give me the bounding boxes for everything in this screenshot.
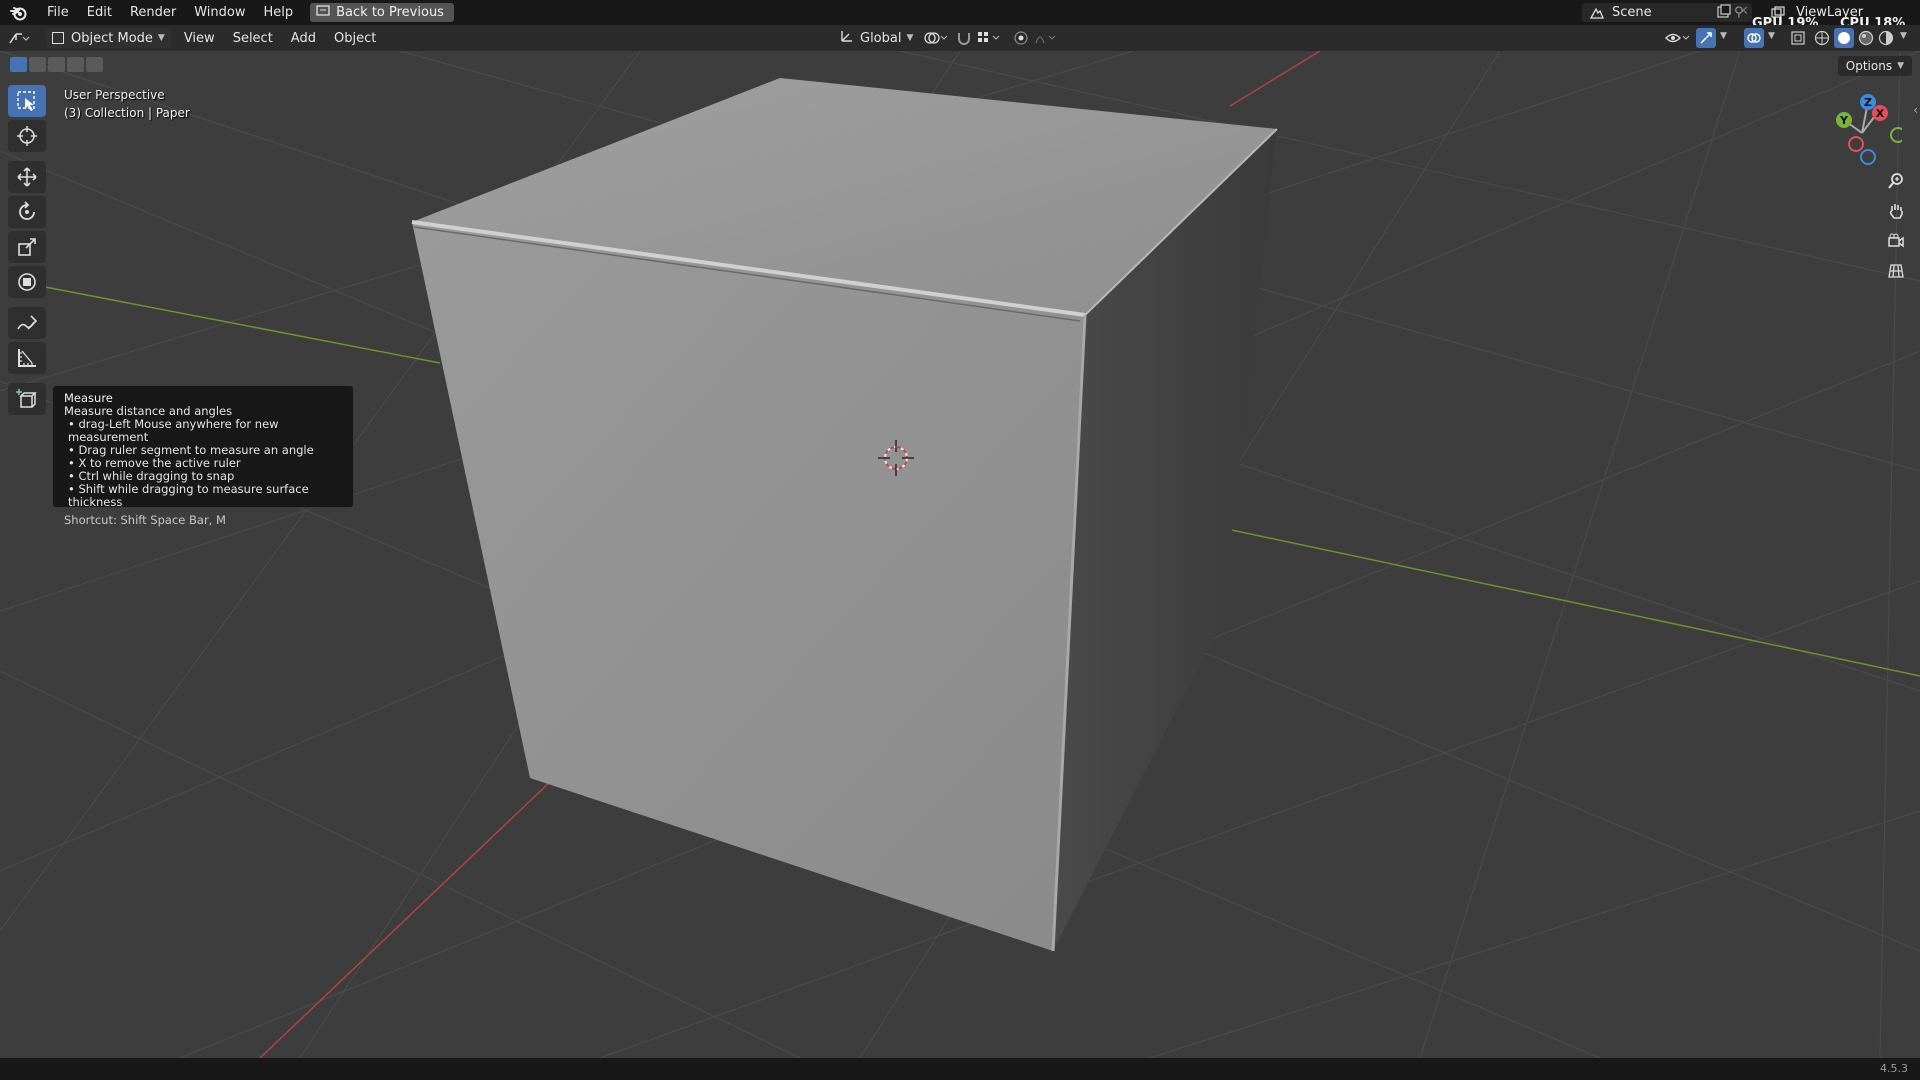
chevron-down-icon[interactable]: ▼: [1900, 31, 1907, 41]
zoom-icon[interactable]: [1882, 167, 1910, 195]
select-new-icon[interactable]: [10, 57, 27, 72]
select-box-tool[interactable]: [8, 85, 46, 117]
sidebar-toggle-icon[interactable]: ‹: [1913, 103, 1918, 117]
cursor-tool[interactable]: [8, 120, 46, 152]
menu-add[interactable]: Add: [282, 31, 325, 46]
blender-logo-icon[interactable]: [0, 0, 38, 25]
pan-hand-icon[interactable]: [1882, 197, 1910, 225]
selection-mode-strip: [10, 57, 103, 72]
x-axis-line-far: [1229, 51, 1321, 107]
screen-icon: [316, 4, 330, 21]
navigation-gizmo[interactable]: Z Y X: [1822, 89, 1902, 169]
measure-icon: [18, 349, 36, 367]
scene-canvas[interactable]: [0, 51, 1920, 1058]
delete-scene-icon[interactable]: ✕: [1738, 4, 1749, 19]
select-subtract-icon[interactable]: [48, 57, 65, 72]
pivot-point-icon[interactable]: [922, 29, 948, 50]
menu-file[interactable]: File: [38, 0, 78, 25]
neg-x-axis-handle[interactable]: [1848, 136, 1864, 152]
y-axis-line: [39, 285, 441, 364]
scale-icon: [18, 238, 36, 256]
orientation-label: Global: [860, 30, 902, 46]
mode-selector[interactable]: Object Mode ▼: [46, 28, 171, 48]
back-to-previous-button[interactable]: Back to Previous: [310, 3, 454, 22]
camera-view-icon[interactable]: [1882, 227, 1910, 255]
overlays-toggle-icon[interactable]: [1744, 28, 1764, 48]
material-shading-icon[interactable]: [1858, 30, 1874, 49]
select-box-icon: [17, 91, 35, 111]
move-tool[interactable]: [8, 161, 46, 193]
transform-tool[interactable]: [8, 266, 46, 298]
rotate-icon: [19, 201, 35, 220]
viewport-collection-label: (3) Collection | Paper: [64, 106, 190, 120]
mode-label: Object Mode: [71, 30, 153, 46]
version-label: 4.5.3: [1880, 1062, 1908, 1075]
transform-orientation-selector[interactable]: Global ▼: [834, 28, 919, 48]
snap-toggle-icon[interactable]: [956, 29, 972, 50]
viewport-perspective-label: User Perspective: [64, 88, 165, 102]
viewport-header: Object Mode ▼ View Select Add Object Glo…: [0, 25, 1920, 51]
scale-tool[interactable]: [8, 231, 46, 263]
rendered-shading-icon[interactable]: [1878, 30, 1894, 49]
chevron-down-icon[interactable]: ▼: [1720, 31, 1727, 41]
editor-type-icon[interactable]: [0, 31, 38, 45]
paper-cube-object[interactable]: [411, 78, 1278, 952]
add-cube-tool[interactable]: [8, 383, 46, 415]
orientation-axes-icon: [840, 29, 854, 47]
menu-window[interactable]: Window: [185, 0, 254, 25]
xray-toggle-icon[interactable]: [1790, 30, 1806, 49]
chevron-down-icon: ▼: [157, 33, 165, 43]
snap-target-icon[interactable]: [976, 30, 1002, 49]
measure-tool[interactable]: [8, 342, 46, 374]
annotate-tool[interactable]: [8, 307, 46, 339]
solid-shading-icon[interactable]: [1834, 28, 1854, 48]
menu-edit[interactable]: Edit: [78, 0, 121, 25]
neg-y-axis-handle[interactable]: [1890, 127, 1902, 143]
chevron-down-icon[interactable]: ▼: [1768, 31, 1775, 41]
cube-front-face: [412, 222, 1085, 951]
x-axis-label: X: [1876, 107, 1885, 120]
menu-object[interactable]: Object: [325, 31, 385, 46]
scene-icon: [1582, 6, 1612, 20]
wireframe-shading-icon[interactable]: [1814, 30, 1830, 49]
menu-select[interactable]: Select: [224, 31, 282, 46]
status-bar: 4.5.3: [0, 1058, 1920, 1080]
cursor-icon: [17, 126, 37, 146]
proportional-editing-icon[interactable]: [1014, 30, 1058, 49]
z-axis-label: Z: [1864, 96, 1872, 109]
tool-shelf: [8, 85, 48, 418]
tooltip-shortcut: Shortcut: Shift Space Bar, M: [64, 513, 226, 527]
top-menubar: File Edit Render Window Help Back to Pre…: [0, 0, 1920, 30]
select-extend-icon[interactable]: [29, 57, 46, 72]
menu-render[interactable]: Render: [121, 0, 185, 25]
new-scene-icon[interactable]: [1716, 4, 1732, 20]
neg-z-axis-handle[interactable]: [1860, 149, 1876, 165]
blender-window: File Edit Render Window Help Back to Pre…: [0, 0, 1920, 1080]
y-axis-label: Y: [1839, 114, 1849, 127]
options-label: Options: [1845, 59, 1893, 73]
tooltip-bullet: • Shift while dragging to measure surfac…: [68, 482, 309, 509]
select-difference-icon[interactable]: [67, 57, 84, 72]
y-axis-line-far: [1174, 517, 1920, 677]
visibility-icon[interactable]: [1664, 29, 1690, 50]
menu-view[interactable]: View: [175, 31, 224, 46]
chevron-down-icon: ▼: [1897, 61, 1904, 71]
options-dropdown[interactable]: Options ▼: [1837, 56, 1912, 76]
gizmo-toggle-icon[interactable]: [1696, 28, 1716, 48]
transform-icon: [18, 273, 36, 291]
select-intersect-icon[interactable]: [86, 57, 103, 72]
3d-viewport[interactable]: User Perspective (3) Collection | Paper: [0, 51, 1920, 1058]
measure-tooltip: Measure Measure distance and angles • dr…: [52, 385, 354, 527]
move-icon: [17, 167, 37, 187]
tooltip-bullet: • drag-Left Mouse anywhere for new measu…: [68, 417, 279, 444]
annotate-icon: [17, 315, 38, 330]
back-to-previous-label: Back to Previous: [336, 5, 444, 20]
menu-help[interactable]: Help: [255, 0, 303, 25]
perspective-toggle-icon[interactable]: [1882, 257, 1910, 285]
add-cube-icon: [16, 389, 37, 408]
chevron-down-icon: ▼: [906, 33, 914, 43]
rotate-tool[interactable]: [8, 196, 46, 228]
object-mode-icon: [52, 32, 64, 44]
